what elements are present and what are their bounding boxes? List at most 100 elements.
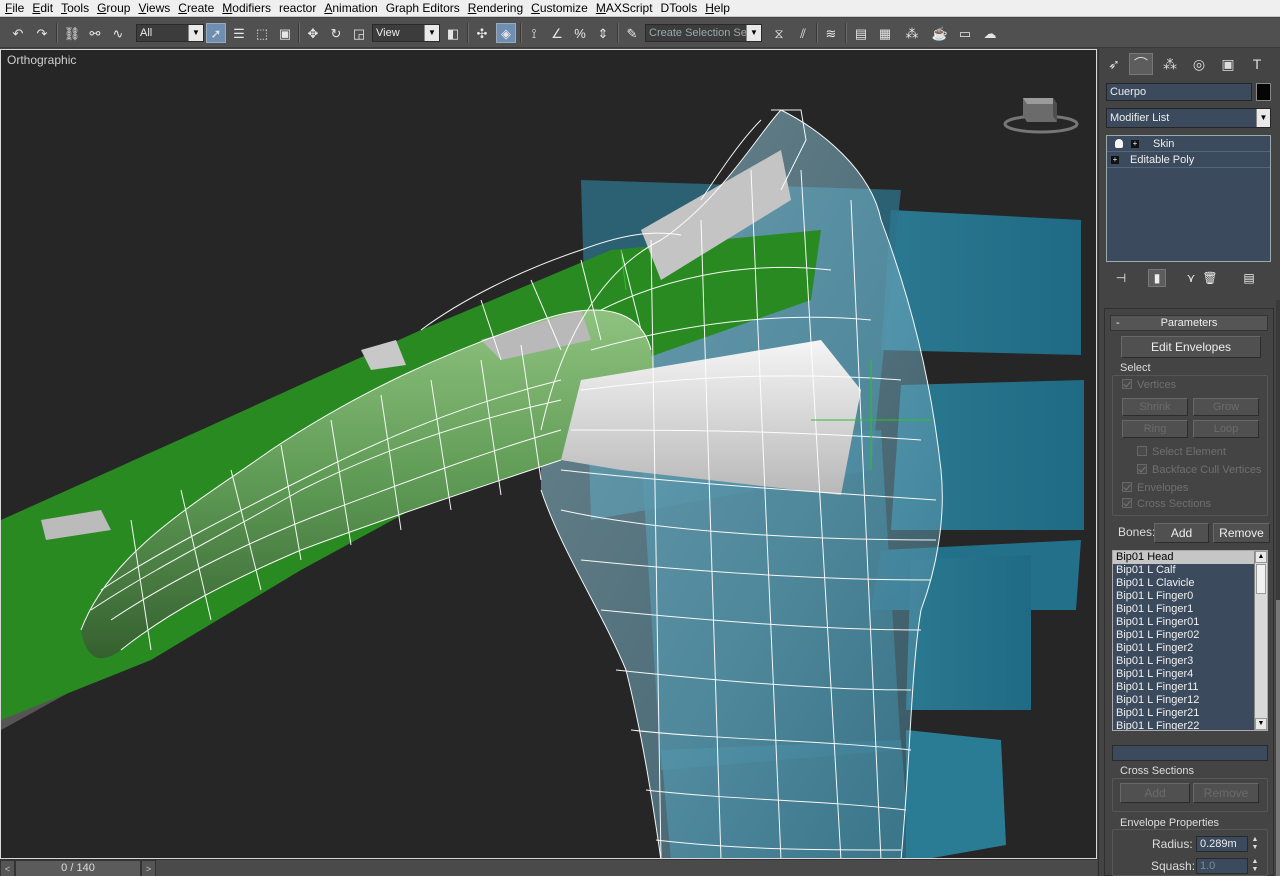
menu-create[interactable]: Create	[175, 0, 219, 16]
motion-tab-icon[interactable]: ◎	[1187, 53, 1211, 75]
squash-spinner-arrows-icon[interactable]: ▲ ▼	[1250, 858, 1260, 874]
edit-named-selection-icon[interactable]: ✎	[622, 23, 642, 43]
squash-spinner-field[interactable]: 1.0	[1196, 858, 1248, 874]
make-unique-icon[interactable]: ⋎	[1182, 269, 1200, 287]
cross-sections-checkbox[interactable]: Cross Sections	[1122, 498, 1211, 510]
menu-dtools[interactable]: DTools	[658, 0, 703, 16]
window-crossing-icon[interactable]: ▣	[275, 23, 295, 43]
quick-render-icon[interactable]: ☁	[980, 23, 1000, 43]
align-icon[interactable]: ⫽	[793, 23, 813, 43]
shrink-button[interactable]: Shrink	[1122, 398, 1188, 416]
command-panel-scrollbar[interactable]	[1276, 300, 1280, 876]
redo-icon[interactable]: ↷	[32, 23, 52, 43]
viewcube-icon[interactable]	[1003, 86, 1079, 136]
viewport-orthographic[interactable]: Orthographic	[0, 49, 1097, 859]
layer-manager-icon[interactable]: ≋	[821, 23, 841, 43]
menu-modifiers[interactable]: Modifiers	[219, 0, 276, 16]
utilities-tab-icon[interactable]: T	[1245, 53, 1269, 75]
angle-snap-icon[interactable]: ∠	[547, 23, 567, 43]
backface-cull-checkbox[interactable]: Backface Cull Vertices	[1137, 464, 1261, 476]
bone-list-item[interactable]: Bip01 L Finger4	[1113, 668, 1267, 681]
undo-icon[interactable]: ↶	[8, 23, 28, 43]
menu-edit[interactable]: Edit	[29, 0, 58, 16]
configure-sets-icon[interactable]: ▤	[1240, 269, 1258, 287]
stack-item-skin[interactable]: + Skin	[1107, 136, 1270, 152]
scroll-thumb[interactable]	[1276, 600, 1280, 876]
ring-button[interactable]: Ring	[1122, 420, 1188, 438]
hierarchy-tab-icon[interactable]: ⁂	[1158, 53, 1182, 75]
menu-maxscript[interactable]: MAXScript	[593, 0, 658, 16]
schematic-view-icon[interactable]: ▦	[875, 23, 895, 43]
select-and-link-icon[interactable]: ⛓	[62, 23, 82, 43]
bone-list-item[interactable]: Bip01 Head	[1113, 551, 1267, 564]
region-select-icon[interactable]: ⬚	[252, 23, 272, 43]
menu-customize[interactable]: Customize	[528, 0, 593, 16]
spinner-snap-icon[interactable]: ⇕	[593, 23, 613, 43]
bone-list-item[interactable]: Bip01 L Finger0	[1113, 590, 1267, 603]
bone-name-field[interactable]	[1112, 745, 1268, 761]
pivot-center-icon[interactable]: ◧	[443, 23, 463, 43]
rendered-frame-window-icon[interactable]: ▭	[955, 23, 975, 43]
lightbulb-icon[interactable]	[1115, 139, 1123, 148]
expand-icon[interactable]: +	[1131, 140, 1139, 148]
curve-editor-icon[interactable]: ▤	[851, 23, 871, 43]
menu-help[interactable]: Help	[702, 0, 735, 16]
bone-list-item[interactable]: Bip01 L Finger3	[1113, 655, 1267, 668]
menu-file[interactable]: File	[2, 0, 29, 16]
menu-reactor[interactable]: reactor	[276, 0, 321, 16]
named-selection-sets-dropdown[interactable]: Create Selection Se ▼	[645, 24, 762, 42]
mirror-icon[interactable]: ⧖	[769, 23, 789, 43]
scroll-thumb[interactable]	[1256, 564, 1266, 594]
bone-list-item[interactable]: Bip01 L Finger21	[1113, 707, 1267, 720]
select-object-icon[interactable]: ➚	[206, 23, 226, 43]
viewport-label[interactable]: Orthographic	[7, 53, 76, 67]
bone-list-scrollbar[interactable]: ▲ ▼	[1254, 551, 1267, 730]
bone-list-item[interactable]: Bip01 L Finger02	[1113, 629, 1267, 642]
bone-list-item[interactable]: Bip01 L Finger22	[1113, 720, 1267, 730]
material-editor-icon[interactable]: ⁂	[902, 23, 922, 43]
scroll-up-icon[interactable]: ▲	[1255, 551, 1267, 563]
reference-coordinate-dropdown[interactable]: View ▼	[372, 24, 440, 42]
bone-list-item[interactable]: Bip01 L Finger12	[1113, 694, 1267, 707]
menu-animation[interactable]: Animation	[321, 0, 382, 16]
select-element-checkbox[interactable]: Select Element	[1137, 446, 1226, 458]
remove-bone-button[interactable]: Remove	[1213, 523, 1270, 543]
loop-button[interactable]: Loop	[1193, 420, 1259, 438]
unlink-selection-icon[interactable]: ⚯	[85, 23, 105, 43]
bone-list-item[interactable]: Bip01 L Clavicle	[1113, 577, 1267, 590]
menu-views[interactable]: Views	[135, 0, 175, 16]
menu-rendering[interactable]: Rendering	[465, 0, 528, 16]
menu-tools[interactable]: Tools	[58, 0, 94, 16]
object-name-field[interactable]: Cuerpo	[1106, 83, 1252, 101]
modify-tab-icon[interactable]: ⌒	[1129, 53, 1153, 75]
rotate-icon[interactable]: ↻	[326, 23, 346, 43]
show-end-result-icon[interactable]: ▮	[1148, 269, 1166, 287]
scale-icon[interactable]: ◲	[349, 23, 369, 43]
keyboard-shortcut-override-icon[interactable]: ◈	[496, 23, 516, 43]
radius-spinner-field[interactable]: 0.289m	[1196, 836, 1248, 852]
snaps-toggle-icon[interactable]: ⟟	[524, 23, 544, 43]
move-icon[interactable]: ✥	[303, 23, 323, 43]
time-slider-next-button[interactable]: >	[141, 860, 156, 876]
create-tab-icon[interactable]: ➶	[1102, 53, 1126, 75]
menu-graph-editors[interactable]: Graph Editors	[383, 0, 465, 16]
bind-to-space-warp-icon[interactable]: ∿	[108, 23, 128, 43]
time-slider-prev-button[interactable]: <	[0, 860, 15, 876]
cross-section-remove-button[interactable]: Remove	[1193, 783, 1259, 803]
object-color-swatch[interactable]	[1256, 83, 1271, 101]
stack-item-editable-poly[interactable]: + Editable Poly	[1107, 152, 1270, 168]
bone-list-item[interactable]: Bip01 L Finger1	[1113, 603, 1267, 616]
menu-group[interactable]: Group	[94, 0, 135, 16]
expand-icon[interactable]: +	[1111, 156, 1119, 164]
pin-stack-icon[interactable]: ⊣	[1112, 269, 1130, 287]
remove-modifier-icon[interactable]: 🗑	[1201, 269, 1219, 287]
modifier-list-dropdown[interactable]: Modifier List ▼	[1106, 108, 1271, 128]
edit-envelopes-button[interactable]: Edit Envelopes	[1121, 336, 1261, 358]
bone-list-item[interactable]: Bip01 L Calf	[1113, 564, 1267, 577]
bone-list-item[interactable]: Bip01 L Finger11	[1113, 681, 1267, 694]
vertices-checkbox[interactable]: Vertices	[1122, 379, 1176, 391]
bone-list-item[interactable]: Bip01 L Finger2	[1113, 642, 1267, 655]
scroll-down-icon[interactable]: ▼	[1255, 718, 1267, 730]
render-setup-icon[interactable]: ☕	[930, 23, 950, 43]
grow-button[interactable]: Grow	[1193, 398, 1259, 416]
